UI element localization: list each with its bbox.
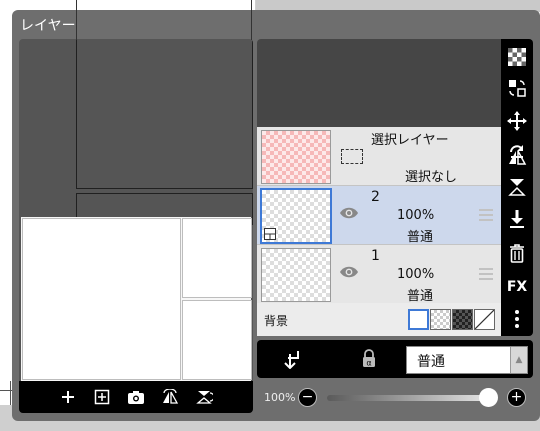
trash-icon[interactable] — [505, 241, 529, 265]
bg-light-checker-swatch[interactable] — [430, 309, 451, 330]
plus-icon[interactable] — [57, 386, 79, 408]
selection-marquee-icon — [341, 149, 363, 164]
bg-none-swatch[interactable] — [474, 309, 495, 330]
blend-bar: α 普通 ▲ — [257, 340, 533, 378]
selection-layer-thumbnail — [261, 130, 331, 184]
layer-blend-mode: 普通 — [407, 230, 434, 245]
background-label: 背景 — [264, 314, 289, 328]
drag-handle-icon[interactable] — [479, 268, 493, 283]
svg-text:α: α — [366, 359, 371, 368]
layer-number: 2 — [371, 189, 380, 205]
canvas-line — [10, 381, 11, 405]
blend-mode-select[interactable]: 普通 ▲ — [406, 346, 528, 374]
selection-status: 選択なし — [405, 170, 458, 185]
preview-toolbar — [19, 381, 253, 413]
opacity-slider-track[interactable] — [327, 395, 492, 401]
transparency-icon[interactable] — [505, 45, 529, 69]
page-panels — [21, 217, 252, 381]
layer-row-2[interactable]: 2 100% 普通 — [257, 186, 501, 245]
panel-cell — [182, 218, 252, 298]
blend-mode-value: 普通 — [417, 354, 445, 370]
layer-row-1[interactable]: 1 100% 普通 — [257, 245, 501, 304]
bg-dark-checker-swatch[interactable] — [452, 309, 473, 330]
canvas-line — [76, 0, 77, 40]
layer-opacity: 100% — [397, 208, 435, 223]
frame-layer-icon — [264, 228, 276, 240]
plus-button[interactable]: + — [507, 388, 526, 407]
opacity-label: 100% — [264, 391, 296, 404]
alpha-lock-icon[interactable]: α — [361, 349, 377, 373]
background-row: 背景 — [257, 303, 501, 336]
flip-vertical-icon[interactable] — [505, 175, 529, 199]
panel-cell — [182, 300, 252, 380]
clip-arrow-icon[interactable] — [283, 349, 301, 373]
drag-handle-icon[interactable] — [479, 209, 493, 224]
visibility-eye-icon[interactable] — [339, 264, 359, 283]
comic-frame — [76, 39, 253, 189]
dropdown-arrow-icon: ▲ — [510, 347, 527, 373]
camera-icon[interactable] — [125, 386, 147, 408]
add-page-icon[interactable] — [91, 386, 113, 408]
flip-horizontal-icon[interactable] — [159, 386, 181, 408]
layer-number: 1 — [371, 248, 380, 264]
side-toolbar: FX — [501, 39, 533, 336]
bg-white-swatch[interactable] — [408, 309, 429, 330]
fx-icon[interactable]: FX — [505, 275, 529, 299]
visibility-eye-icon[interactable] — [339, 205, 359, 224]
panel-title: レイヤー — [20, 18, 76, 34]
minus-button[interactable]: − — [298, 388, 317, 407]
canvas-line — [251, 0, 252, 40]
flip-vertical-icon[interactable] — [193, 386, 215, 408]
move-icon[interactable] — [505, 109, 529, 133]
layer-blend-mode: 普通 — [407, 289, 434, 304]
more-icon[interactable] — [505, 307, 529, 331]
layer-thumbnail — [261, 248, 331, 302]
panel-cell — [22, 218, 181, 380]
selection-layer-row[interactable]: 選択レイヤー 選択なし — [257, 127, 501, 186]
layer-swap-icon[interactable] — [505, 76, 529, 100]
merge-down-icon[interactable] — [505, 207, 529, 231]
layer-thumbnail — [260, 188, 332, 244]
opacity-slider-knob[interactable] — [479, 388, 498, 407]
layer-opacity: 100% — [397, 267, 435, 282]
flip-horizontal-icon[interactable] — [505, 145, 529, 169]
selection-layer-title: 選択レイヤー — [371, 133, 449, 148]
